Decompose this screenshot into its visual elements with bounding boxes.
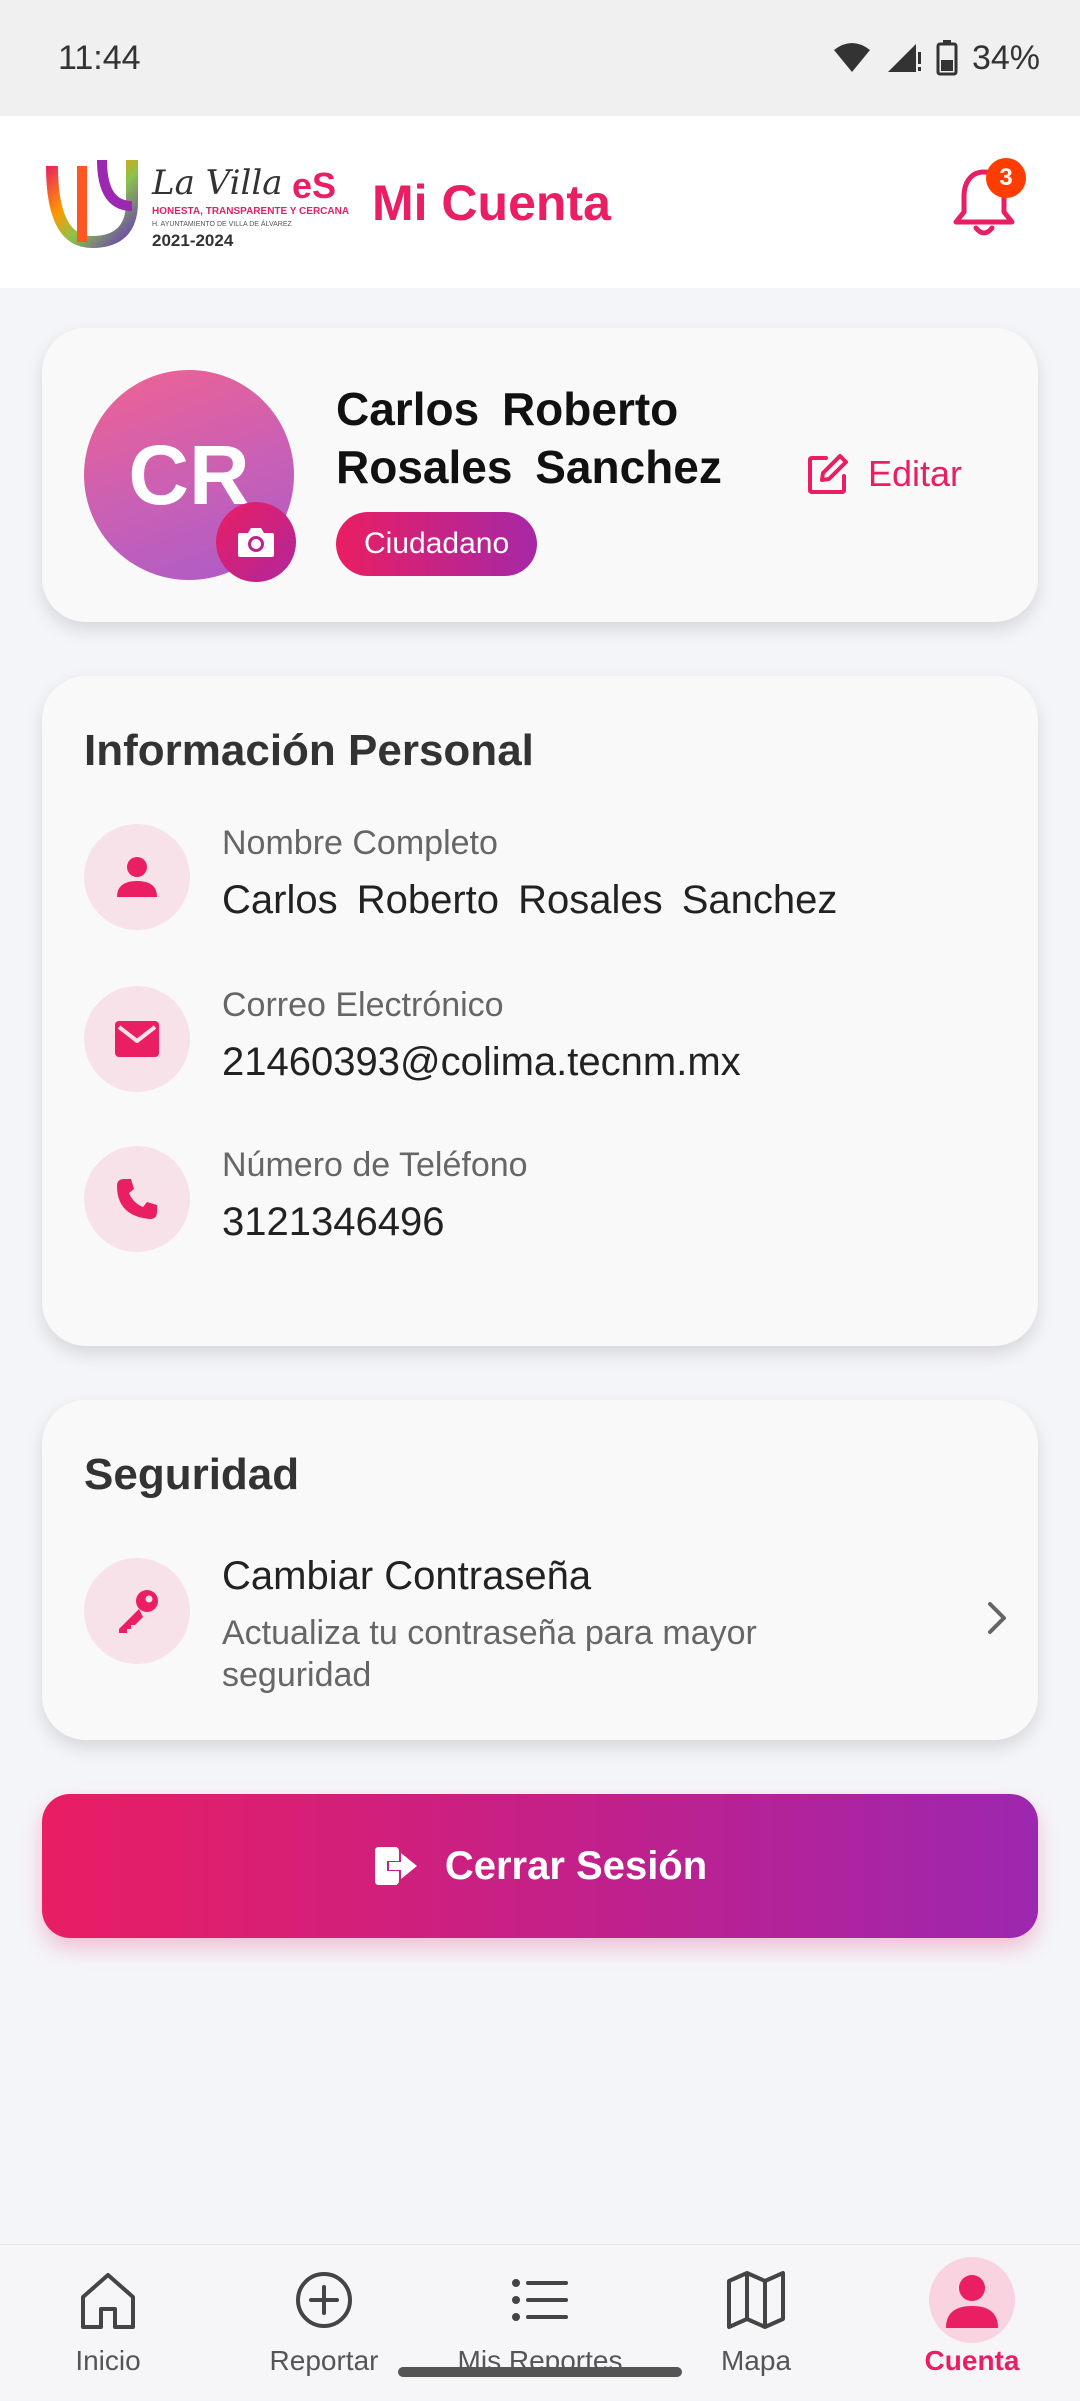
logout-icon: [374, 1847, 417, 1885]
logout-label: Cerrar Sesión: [444, 1843, 708, 1888]
home-icon: [81, 2273, 135, 2329]
change-password-subtitle: Actualiza tu contraseña para mayor segur…: [222, 1614, 757, 1694]
key-icon: [84, 1558, 190, 1664]
change-password-title: Cambiar Contraseña: [222, 1554, 592, 1598]
status-bar: 11:44 34%: [0, 0, 1080, 116]
security-card: Seguridad Cambiar Contraseña Actualiza t…: [42, 1400, 1038, 1740]
person-icon: [84, 824, 190, 930]
svg-text:HONESTA, TRANSPARENTE Y CERCAN: HONESTA, TRANSPARENTE Y CERCANA: [152, 206, 349, 217]
mail-icon: [84, 986, 190, 1092]
status-icons: 34%: [832, 39, 1040, 78]
wifi-icon: [833, 43, 870, 72]
logout-button[interactable]: Cerrar Sesión: [42, 1794, 1038, 1938]
edit-profile-button[interactable]: Editar: [806, 442, 962, 506]
info-value: 3121346496: [222, 1200, 445, 1244]
battery-icon: [936, 40, 958, 76]
account-icon: [946, 2275, 998, 2328]
svg-text:La Villa: La Villa: [151, 163, 283, 203]
chevron-right-icon: [988, 1602, 1006, 1634]
info-label: Número de Teléfono: [222, 1146, 528, 1184]
battery-percent: 34%: [971, 38, 1040, 77]
cellular-signal-icon: [887, 44, 921, 72]
change-photo-button[interactable]: [216, 502, 296, 582]
change-password-item[interactable]: Cambiar Contraseña Actualiza tu contrase…: [84, 1554, 1006, 1708]
info-value: 21460393@colima.tecnm.mx: [222, 1040, 741, 1084]
phone-icon: [84, 1146, 190, 1252]
nav-label: Cuenta: [924, 2345, 1020, 2376]
map-icon: [727, 2271, 785, 2329]
info-label: Nombre Completo: [222, 824, 498, 862]
status-time: 11:44: [58, 38, 141, 77]
list-icon: [512, 2279, 568, 2321]
nav-label: Reportar: [269, 2345, 379, 2376]
add-circle-icon: [296, 2272, 352, 2328]
personal-info-title: Información Personal: [84, 726, 534, 775]
nav-item-inicio[interactable]: Inicio: [0, 2245, 216, 2401]
nav-label: Mapa: [720, 2345, 792, 2376]
role-badge: Ciudadano: [336, 512, 538, 576]
svg-text:eS: eS: [292, 165, 336, 206]
nav-item-reportar[interactable]: Reportar: [216, 2245, 432, 2401]
personal-info-card: Información Personal Nombre Completo Car…: [42, 676, 1038, 1346]
nav-item-mis-reportes[interactable]: Mis Reportes: [432, 2245, 648, 2401]
info-label: Correo Electrónico: [222, 986, 504, 1024]
svg-text:H. AYUNTAMIENTO DE VILLA DE ÁL: H. AYUNTAMIENTO DE VILLA DE ÁLVAREZ: [152, 219, 293, 228]
security-title: Seguridad: [84, 1450, 300, 1499]
page-title: Mi Cuenta: [372, 175, 611, 231]
edit-icon: [808, 454, 848, 494]
camera-icon: [238, 528, 274, 557]
info-row-phone: Número de Teléfono 3121346496: [84, 1146, 984, 1256]
nav-item-cuenta[interactable]: Cuenta: [864, 2245, 1080, 2401]
nav-item-mapa[interactable]: Mapa: [648, 2245, 864, 2401]
nav-label: Inicio: [75, 2345, 141, 2376]
info-row-email: Correo Electrónico 21460393@colima.tecnm…: [84, 986, 984, 1096]
profile-name: Carlos Roberto Rosales Sanchez: [336, 383, 722, 493]
app-logo: La Villa eS HONESTA, TRANSPARENTE Y CERC…: [42, 146, 358, 252]
info-value: Carlos Roberto Rosales Sanchez: [222, 878, 838, 922]
svg-text:2021-2024: 2021-2024: [152, 231, 234, 250]
edit-label: Editar: [868, 453, 963, 494]
notification-count-badge: 3: [986, 158, 1026, 198]
profile-card: CR Carlos Roberto Rosales Sanchez Ciudad…: [42, 328, 1038, 622]
app-header: La Villa eS HONESTA, TRANSPARENTE Y CERC…: [0, 116, 1080, 288]
home-indicator[interactable]: [398, 2367, 682, 2377]
info-row-name: Nombre Completo Carlos Roberto Rosales S…: [84, 824, 984, 934]
